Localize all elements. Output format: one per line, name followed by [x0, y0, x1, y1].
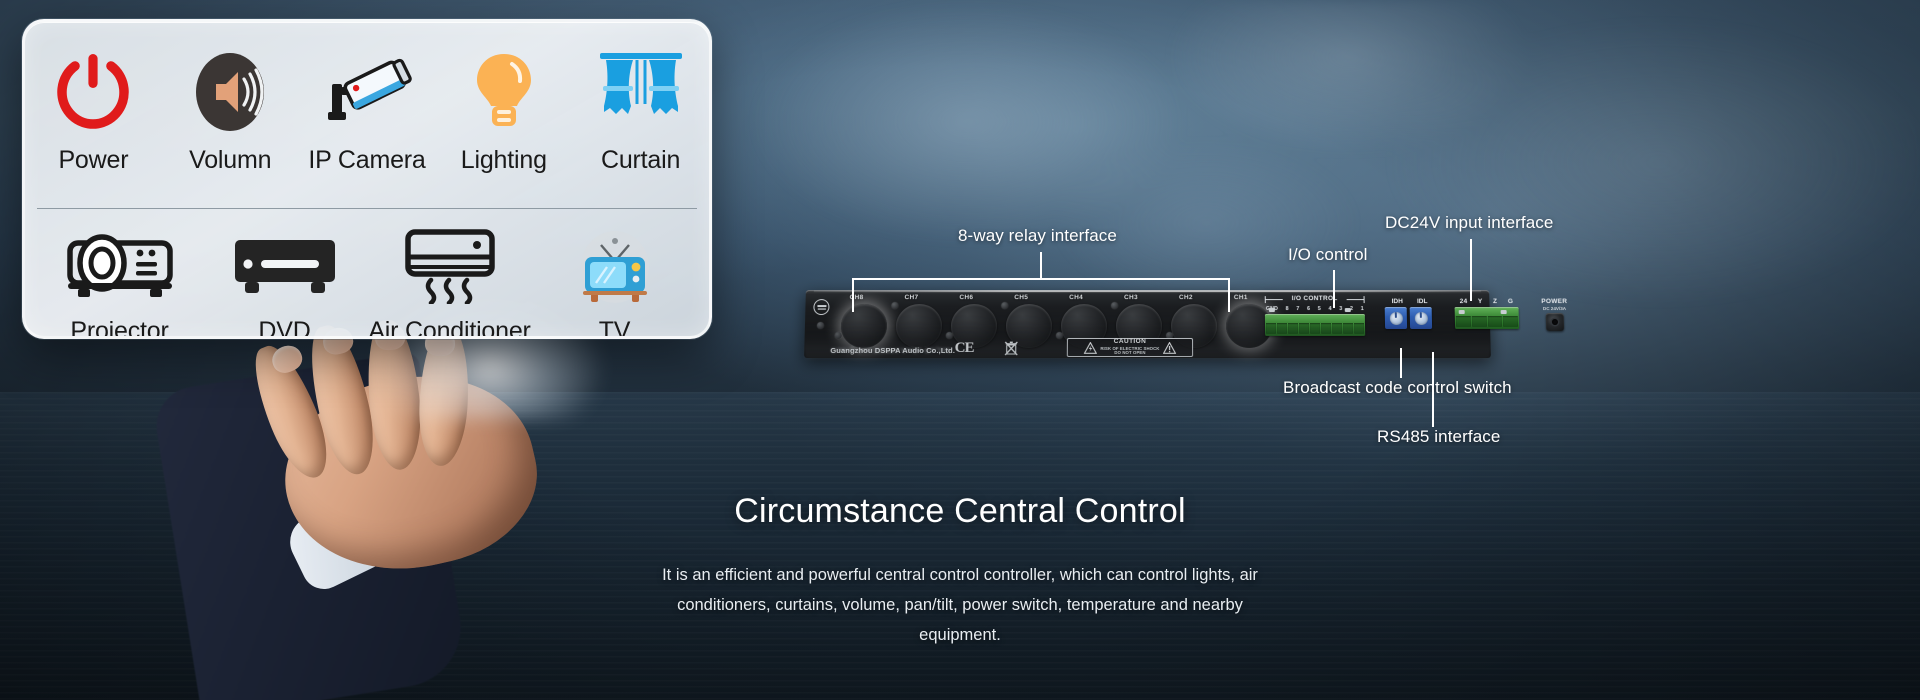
panel-item-dvd[interactable]: DVD — [202, 219, 367, 339]
panel-item-label: IP Camera — [308, 146, 426, 174]
panel-item-curtain[interactable]: Curtain — [572, 46, 709, 208]
panel-item-label: DVD — [258, 317, 311, 339]
terminal-screw — [1500, 310, 1507, 315]
air-conditioner-icon — [402, 219, 498, 311]
callout-label: RS485 interface — [1377, 427, 1501, 446]
lightbulb-icon — [471, 46, 537, 138]
screw — [1001, 302, 1009, 310]
leader-line — [1400, 348, 1402, 378]
idl-label: IDL — [1416, 298, 1428, 306]
callout-label: 8-way relay interface — [958, 226, 1117, 245]
rs485-pin-label: G — [1507, 298, 1514, 306]
power-label: POWER — [1541, 298, 1568, 306]
channel-label: CH1 — [1233, 294, 1248, 302]
channel-label: CH2 — [1178, 294, 1193, 302]
volume-icon — [190, 46, 270, 138]
panel-item-ip-camera[interactable]: IP Camera — [299, 46, 436, 208]
leader-line — [1432, 352, 1434, 427]
panel-item-label: Lighting — [460, 146, 547, 174]
panel-item-lighting[interactable]: Lighting — [435, 46, 572, 208]
callout-label: DC24V input interface — [1385, 213, 1554, 232]
leader-line — [852, 278, 1230, 280]
page-description: It is an efficient and powerful central … — [662, 566, 1258, 644]
panel-row-1: Power Volumn IP Camera Lighting Curtain — [25, 32, 709, 208]
id-switch-labels: IDH IDL — [1385, 298, 1435, 305]
panel-item-tv[interactable]: TV — [532, 219, 697, 339]
panel-item-projector[interactable]: Projector — [37, 219, 202, 339]
idh-label: IDH — [1391, 298, 1403, 306]
screw — [891, 302, 899, 310]
ip-camera-icon — [322, 46, 412, 138]
curtain-icon — [597, 46, 685, 138]
power-icon — [52, 46, 134, 138]
page-title: Circumstance Central Control — [734, 492, 1186, 530]
leader-line — [1470, 239, 1472, 301]
rs485-pin-labels: 24 Y Z G — [1454, 298, 1518, 305]
channel-label: CH4 — [1069, 294, 1084, 302]
rs485-pin-label: Z — [1492, 298, 1498, 306]
io-bracket: I/O CONTROL — [1264, 295, 1365, 305]
reflected-brand-text: Guangzhou DSPPA Audio Co.,Ltd. — [830, 346, 953, 356]
power-input-block[interactable]: POWER DC 24V/3A — [1532, 298, 1577, 331]
channel-label: CH3 — [1124, 294, 1138, 302]
channel-label: CH7 — [904, 294, 919, 302]
tv-icon — [577, 219, 653, 311]
dc-jack[interactable] — [1545, 312, 1565, 331]
panel-item-volumn[interactable]: Volumn — [162, 46, 299, 208]
leader-line — [1040, 252, 1042, 280]
power-rating: DC 24V/3A — [1542, 305, 1567, 311]
panel-item-label: Volumn — [189, 146, 272, 174]
panel-item-label: Air Conditioner — [368, 317, 531, 339]
leader-line — [1228, 278, 1230, 312]
control-panel-card: Power Volumn IP Camera Lighting Curtain … — [22, 19, 712, 339]
callout-label: Broadcast code control switch — [1283, 378, 1512, 397]
channel-label: CH5 — [1014, 294, 1029, 302]
projector-icon — [64, 219, 176, 311]
panel-item-label: TV — [598, 317, 631, 339]
panel-item-label: Projector — [70, 317, 169, 339]
panel-item-label: Curtain — [600, 146, 681, 174]
device-top-edge — [813, 290, 1482, 293]
channel-label: CH6 — [959, 294, 974, 302]
callout-label: I/O control — [1288, 245, 1368, 264]
leader-line — [1333, 270, 1335, 308]
dvd-player-icon — [231, 219, 339, 311]
device-reflection: Guangzhou DSPPA Audio Co.,Ltd. — [803, 310, 1492, 359]
rs485-pin-label: 24 — [1459, 298, 1468, 306]
panel-row-2: Projector DVD Air Conditioner TV — [37, 208, 697, 339]
rs485-pin-label: Y — [1477, 298, 1483, 306]
leader-line — [852, 278, 854, 312]
screw — [1111, 302, 1119, 310]
panel-item-label: Power — [58, 146, 129, 174]
panel-item-air-conditioner[interactable]: Air Conditioner — [367, 219, 532, 339]
panel-item-power[interactable]: Power — [25, 46, 162, 208]
